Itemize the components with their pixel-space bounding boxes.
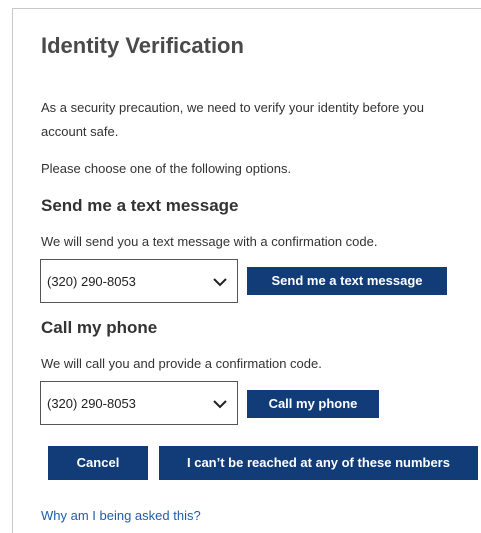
choose-instructions: Please choose one of the following optio… [41, 161, 292, 176]
call-phone-select-value: (320) 290-8053 [47, 396, 136, 411]
send-text-button[interactable]: Send me a text message [247, 267, 447, 295]
intro-line-2: account safe. [41, 124, 119, 139]
call-phone-button[interactable]: Call my phone [247, 390, 379, 418]
page-title: Identity Verification [41, 33, 244, 58]
text-phone-select[interactable]: (320) 290-8053 [40, 259, 238, 303]
call-option-heading: Call my phone [41, 318, 158, 337]
text-option-heading: Send me a text message [41, 196, 239, 215]
text-phone-select-value: (320) 290-8053 [47, 274, 136, 289]
call-option-description: We will call you and provide a confirmat… [41, 356, 322, 371]
chevron-down-icon [213, 400, 227, 409]
call-phone-select[interactable]: (320) 290-8053 [40, 381, 238, 425]
cannot-be-reached-button[interactable]: I can’t be reached at any of these numbe… [159, 446, 478, 480]
intro-line-1: As a security precaution, we need to ver… [41, 100, 424, 115]
text-option-description: We will send you a text message with a c… [41, 234, 378, 249]
intro-text: As a security precaution, we need to ver… [41, 96, 481, 144]
cancel-button[interactable]: Cancel [48, 446, 148, 480]
chevron-down-icon [213, 278, 227, 287]
why-asked-link[interactable]: Why am I being asked this? [41, 508, 201, 523]
